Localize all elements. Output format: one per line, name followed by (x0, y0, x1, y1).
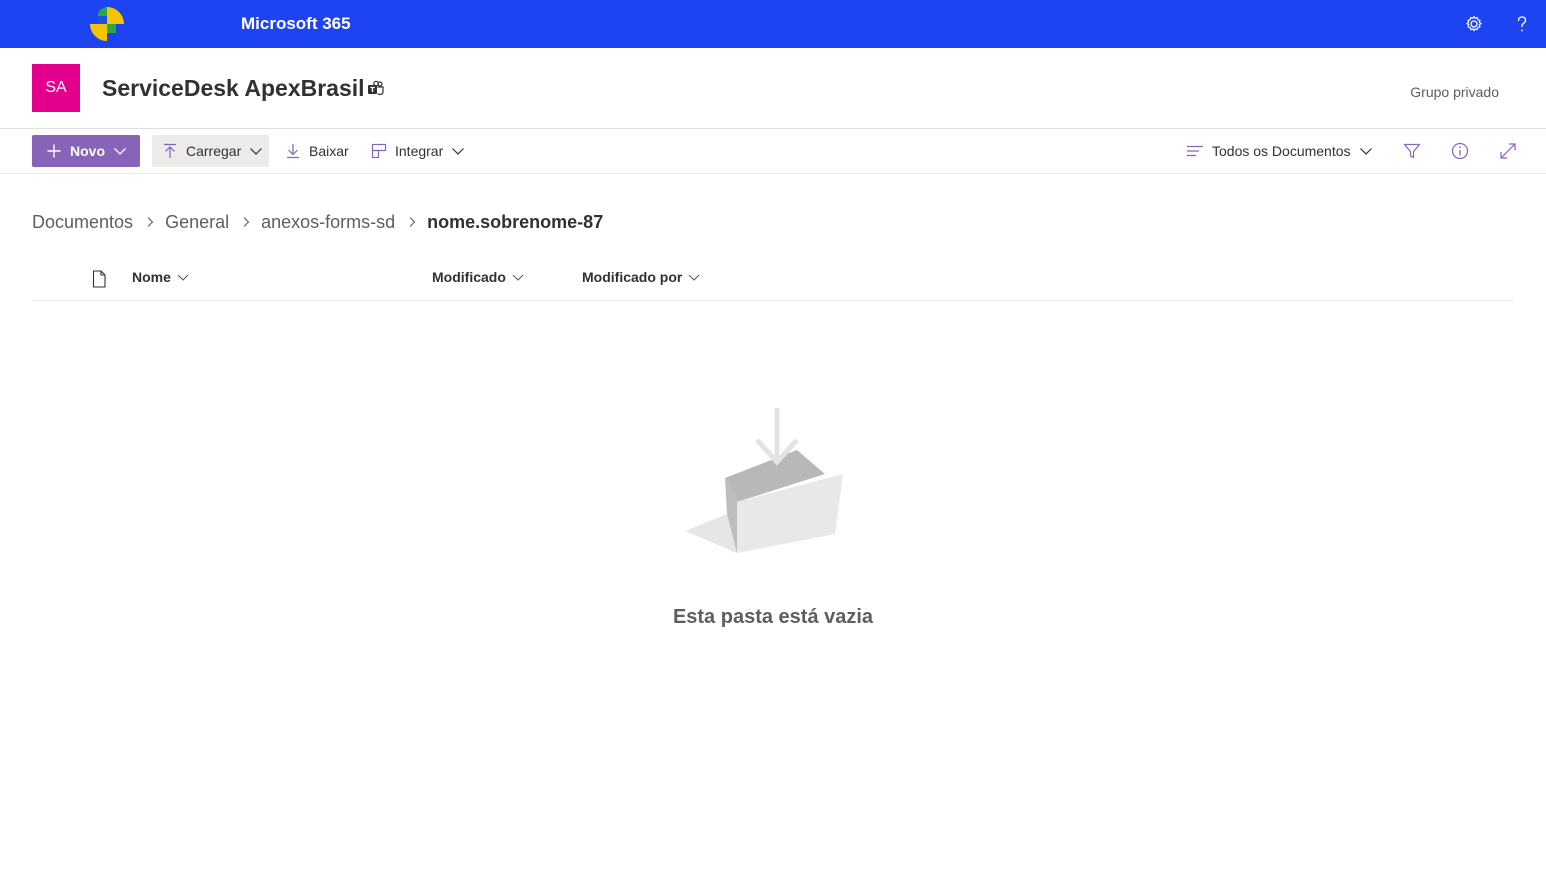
teams-icon[interactable] (367, 80, 385, 98)
breadcrumb-item-general[interactable]: General (165, 212, 229, 233)
breadcrumb-item-documentos[interactable]: Documentos (32, 212, 133, 233)
new-button[interactable]: Novo (32, 135, 140, 167)
site-title[interactable]: ServiceDesk ApexBrasil (102, 72, 365, 104)
info-icon[interactable] (1450, 141, 1470, 161)
view-selector[interactable]: Todos os Documentos (1186, 135, 1373, 167)
command-bar: Novo Carregar Baixar Integrar Todos os D… (0, 129, 1546, 174)
site-logo[interactable]: SA (32, 64, 80, 112)
upload-button[interactable]: Carregar (152, 135, 269, 167)
column-modified-label: Modificado (432, 269, 506, 285)
chevron-down-icon (688, 274, 700, 281)
upload-icon (164, 143, 176, 158)
chevron-right-icon (243, 217, 250, 227)
column-modified-by[interactable]: Modificado por (582, 269, 700, 285)
breadcrumb: Documentos General anexos-forms-sd nome.… (32, 208, 603, 236)
view-selector-label: Todos os Documentos (1212, 143, 1351, 159)
settings-gear-icon[interactable] (1462, 12, 1486, 36)
download-button-label: Baixar (309, 143, 349, 159)
breadcrumb-item-anexos[interactable]: anexos-forms-sd (261, 212, 395, 233)
chevron-down-icon (1359, 148, 1372, 155)
org-logo-icon[interactable] (88, 6, 126, 42)
empty-folder-illustration (685, 408, 843, 553)
list-column-header: Nome Modificado Modificado por (32, 258, 1514, 301)
upload-button-label: Carregar (186, 143, 242, 159)
breadcrumb-current-folder: nome.sobrenome-87 (427, 211, 604, 232)
column-modified[interactable]: Modificado (432, 269, 524, 285)
chevron-right-icon (147, 217, 154, 227)
expand-icon[interactable] (1498, 141, 1518, 161)
chevron-down-icon (114, 148, 126, 155)
app-title[interactable]: Microsoft 365 (241, 0, 351, 48)
integrate-icon (371, 143, 387, 159)
suite-bar: Microsoft 365 (0, 0, 1546, 48)
file-type-icon[interactable] (91, 270, 107, 288)
group-privacy-label: Grupo privado (1410, 84, 1499, 100)
download-button[interactable]: Baixar (285, 135, 349, 167)
chevron-down-icon (512, 274, 524, 281)
chevron-down-icon (177, 274, 189, 281)
list-view-icon (1187, 145, 1203, 157)
plus-icon (47, 144, 61, 158)
chevron-right-icon (409, 217, 416, 227)
help-question-icon[interactable] (1510, 12, 1534, 36)
empty-folder-message: Esta pasta está vazia (672, 606, 874, 628)
column-modified-by-label: Modificado por (582, 269, 683, 285)
filter-icon[interactable] (1402, 141, 1422, 161)
integrate-button[interactable]: Integrar (371, 135, 465, 167)
integrate-button-label: Integrar (395, 143, 444, 159)
chevron-down-icon (452, 148, 465, 155)
chevron-down-icon (250, 148, 263, 155)
new-button-label: Novo (70, 143, 105, 159)
download-icon (287, 144, 299, 159)
column-name[interactable]: Nome (132, 269, 189, 285)
site-header: SA ServiceDesk ApexBrasil Grupo privado (0, 48, 1546, 129)
column-name-label: Nome (132, 269, 171, 285)
